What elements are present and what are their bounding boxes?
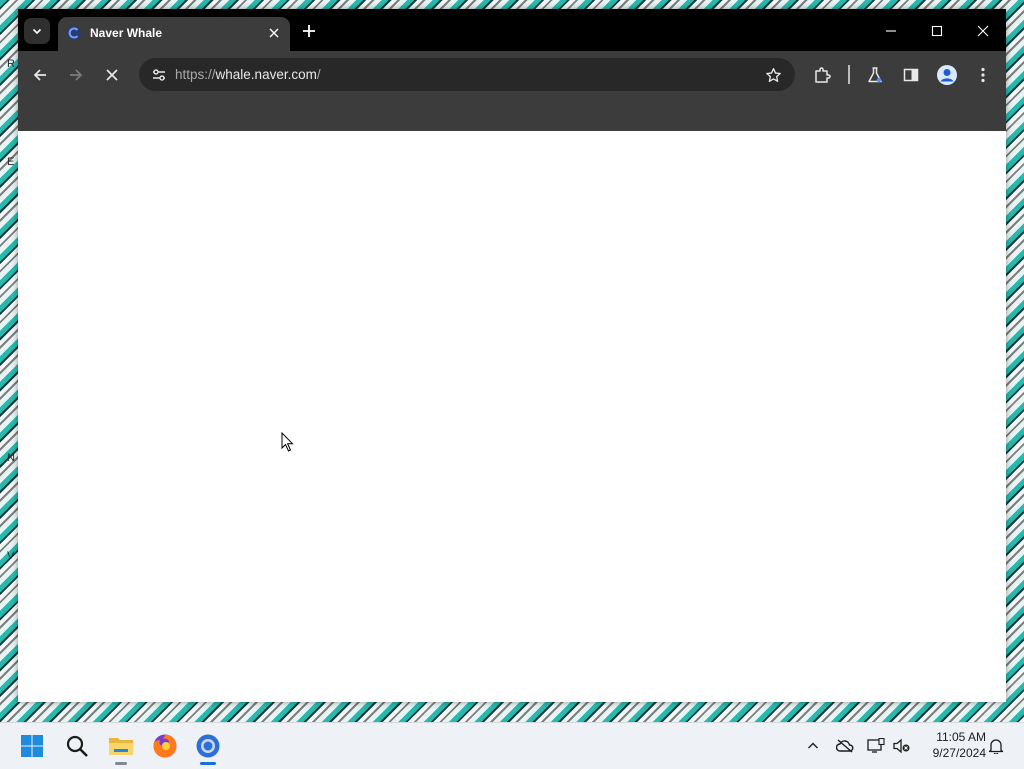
tab-title: Naver Whale (90, 26, 163, 40)
taskbar-search-button[interactable] (60, 729, 94, 763)
kebab-menu-icon (980, 67, 986, 83)
site-info-button[interactable] (147, 63, 171, 87)
browser-menu-button[interactable] (970, 62, 996, 88)
desktop-icon-label: R (7, 58, 15, 70)
network-display-icon (867, 738, 885, 754)
file-explorer-icon (108, 734, 134, 758)
profile-button[interactable] (934, 62, 960, 88)
browser-toolbar: https://whale.naver.com/ (18, 51, 1006, 98)
search-icon (65, 734, 89, 758)
stop-loading-button[interactable] (99, 62, 125, 88)
page-content[interactable] (18, 131, 1006, 702)
tab-strip: Naver Whale (18, 9, 1006, 51)
url-host: whale.naver.com (215, 67, 317, 82)
clock-time: 11:05 AM (936, 730, 986, 744)
taskbar-clock[interactable]: 11:05 AM 9/27/2024 (920, 729, 986, 761)
show-hidden-icons-button[interactable] (803, 736, 823, 756)
whale-favicon-icon (66, 25, 82, 41)
close-icon (105, 68, 119, 82)
side-panel-button[interactable] (898, 62, 924, 88)
avatar-icon (936, 64, 958, 86)
tab-close-button[interactable] (265, 24, 283, 42)
active-indicator (200, 762, 216, 765)
close-icon (977, 25, 989, 37)
taskbar-file-explorer[interactable] (104, 729, 138, 765)
address-bar[interactable]: https://whale.naver.com/ (139, 58, 795, 91)
side-panel-icon (903, 67, 919, 83)
notification-bell-icon (988, 738, 1004, 754)
forward-button[interactable] (63, 62, 89, 88)
minimize-button[interactable] (878, 18, 904, 44)
onedrive-offline-icon (836, 739, 854, 753)
clock-date: 9/27/2024 (932, 746, 986, 760)
close-window-button[interactable] (970, 18, 996, 44)
maximize-icon (931, 25, 943, 37)
windows-start-icon (20, 734, 44, 758)
back-button[interactable] (27, 62, 53, 88)
labs-button[interactable] (862, 62, 888, 88)
firefox-icon (152, 733, 178, 759)
new-tab-button[interactable] (298, 20, 320, 42)
toolbar-separator (848, 65, 850, 84)
running-indicator (115, 762, 127, 765)
volume-muted-icon (893, 738, 911, 754)
start-button[interactable] (15, 729, 49, 763)
plus-icon (302, 24, 316, 38)
chevron-up-icon (807, 740, 819, 752)
taskbar: 11:05 AM 9/27/2024 (0, 722, 1024, 769)
taskbar-firefox[interactable] (148, 729, 182, 763)
flask-icon (866, 66, 884, 84)
puzzle-icon (813, 66, 831, 84)
chevron-down-icon (31, 25, 43, 37)
minimize-icon (885, 25, 897, 37)
browser-window: Naver Whale https://whale.naver.com/ (18, 9, 1006, 702)
bookmark-star-button[interactable] (761, 63, 785, 87)
star-outline-icon (765, 67, 782, 84)
desktop-icon-label: V (7, 550, 15, 562)
onedrive-tray-button[interactable] (835, 736, 855, 756)
arrow-left-icon (32, 67, 48, 83)
mouse-pointer-icon (281, 432, 295, 452)
notifications-button[interactable] (986, 736, 1006, 756)
desktop-icon-label: E (7, 156, 15, 168)
arrow-right-icon (68, 67, 84, 83)
network-tray-button[interactable] (866, 736, 886, 756)
url-prefix: https:// (175, 67, 216, 82)
url-text[interactable]: https://whale.naver.com/ (175, 67, 321, 82)
tune-icon (151, 67, 167, 83)
url-suffix: / (316, 67, 321, 82)
chrome-icon (195, 733, 221, 759)
extensions-button[interactable] (809, 62, 835, 88)
desktop-icon-label: N (7, 452, 15, 464)
bookmarks-bar (18, 98, 1006, 131)
taskbar-chrome[interactable] (191, 729, 225, 765)
tab-search-button[interactable] (24, 18, 50, 44)
volume-tray-button[interactable] (892, 736, 912, 756)
tab-naver-whale[interactable]: Naver Whale (58, 17, 290, 51)
maximize-button[interactable] (924, 18, 950, 44)
